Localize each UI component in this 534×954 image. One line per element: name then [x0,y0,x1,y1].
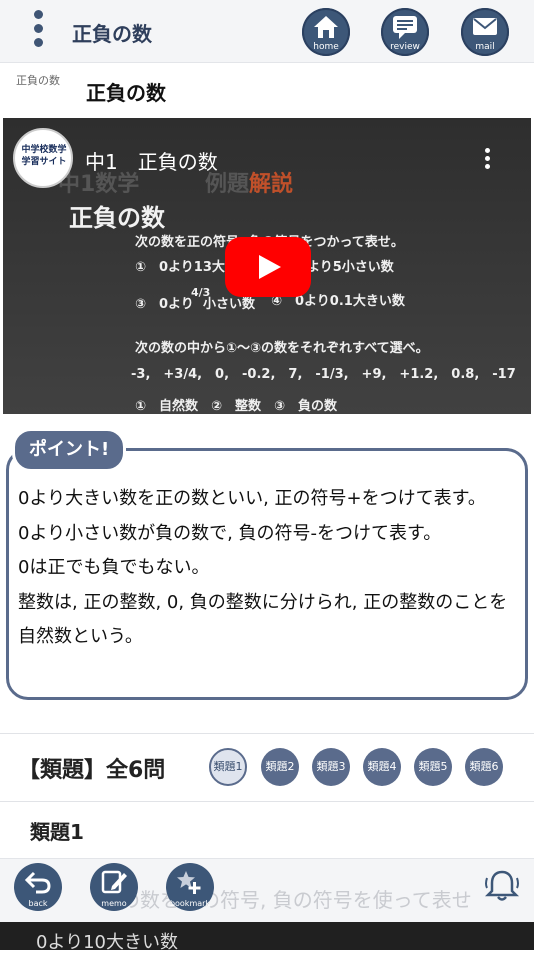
point-line-2: 0より小さい数が負の数で, 負の符号-をつけて表す。 [18,522,442,544]
video-line-2b: より5小さい数 [307,260,394,275]
page-title: 正負の数 [86,81,166,105]
review-button[interactable]: review [381,8,429,56]
back-label: back [28,899,48,908]
divider [0,733,534,734]
video-line-3a: ③ 0より [135,297,194,312]
mail-button[interactable]: mail [461,8,509,56]
point-line-1: 0より大きい数を正の数といい, 正の符号+をつけて表す。 [18,488,486,509]
quiz-button-1[interactable]: 類題1 [209,748,247,786]
memo-icon [101,870,127,894]
memo-label: memo [101,899,127,908]
video-heading: 正負の数 [69,204,165,232]
home-icon [314,16,338,38]
quiz-button-5[interactable]: 類題5 [414,748,452,786]
review-label: review [390,42,420,52]
point-text: 0より大きい数を正の数といい, 正の符号+をつけて表す。 0より小さい数が負の数… [18,482,518,655]
quiz-button-4[interactable]: 類題4 [363,748,401,786]
quiz-title: 類題1 [30,820,84,844]
video-line-4: 次の数の中から①～③の数をそれぞれすべて選べ。 [135,341,429,356]
quiz-count-label: 【類題】全6問 [18,758,166,783]
back-arrow-icon [24,871,51,894]
home-label: home [313,42,339,52]
video-title[interactable]: 中1 正負の数 [85,146,218,175]
channel-logo[interactable]: 中学校数学学習サイト [13,128,73,188]
point-line-3: 0は正でも負でもない。 [18,557,210,578]
bookmark-add-icon [177,871,201,894]
video-line-5: -3, +3/4, 0, -0.2, 7, -1/3, +9, +1.2, 0.… [131,367,516,382]
video-line-6: ① 自然数 ② 整数 ③ 負の数 [135,399,338,414]
quiz-question-text: 次の数を正の符号, 負の符号を使って表せ [100,888,472,912]
app-title: 正負の数 [72,22,152,46]
next-video-text: 0より10大きい数 [36,932,178,953]
quiz-button-2[interactable]: 類題2 [261,748,299,786]
point-line-4: 整数は, 正の整数, 0, 負の整数に分けられ, 正の整数のことを自然数という。 [18,591,508,648]
bookmark-label: bookmark [169,899,211,908]
menu-icon[interactable] [28,10,48,52]
video-player[interactable]: 中1数学 例題解説 中学校数学学習サイト 中1 正負の数 正負の数 次の数を正の… [3,118,531,414]
quiz-button-6[interactable]: 類題6 [465,748,503,786]
quiz-button-3[interactable]: 類題3 [312,748,350,786]
mail-icon [473,18,497,35]
bell-icon[interactable] [482,868,522,904]
top-bar: 正負の数 home review mail [0,0,534,63]
memo-button[interactable]: memo [90,863,138,911]
video-ghost-text-right: 例題解説 [205,172,294,197]
bookmark-button[interactable]: bookmark [166,863,214,911]
mail-label: mail [475,42,495,52]
next-video-strip: 0より10大きい数 [0,922,534,953]
video-line-2a: ① 0より13大き [135,260,238,275]
point-tag: ポイント! [12,428,127,472]
play-button-icon[interactable] [225,237,311,297]
review-icon [393,16,417,39]
divider [0,801,534,802]
breadcrumb[interactable]: 正負の数 [16,72,60,88]
video-more-icon[interactable] [485,148,491,172]
back-button[interactable]: back [14,863,62,911]
home-button[interactable]: home [302,8,350,56]
